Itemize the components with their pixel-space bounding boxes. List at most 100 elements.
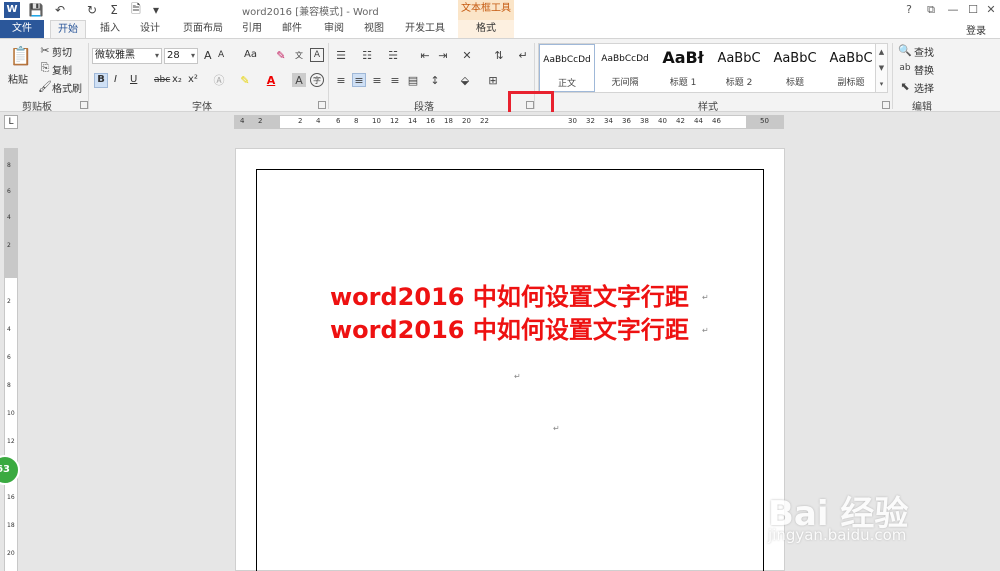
align-left-icon[interactable]: ≡: [334, 73, 348, 87]
ruler-tick: 20: [462, 117, 471, 125]
help-button[interactable]: ?: [900, 2, 918, 18]
phonetic-guide-icon[interactable]: 文: [292, 48, 306, 62]
bold-button[interactable]: B: [94, 73, 108, 88]
clear-format-icon[interactable]: ✎: [274, 48, 288, 62]
tab-mailings[interactable]: 邮件: [280, 20, 304, 38]
tab-review[interactable]: 审阅: [322, 20, 346, 38]
highlight-color-icon[interactable]: ✎: [238, 73, 252, 87]
style-normal[interactable]: AaBbCcDd 正文: [539, 44, 595, 92]
select-arrow-icon: ⬉: [900, 79, 910, 93]
distribute-icon[interactable]: ▤: [406, 73, 420, 87]
style-subtitle[interactable]: AaBbC 副标题: [823, 44, 879, 92]
tab-references[interactable]: 引用: [240, 20, 264, 38]
paste-icon[interactable]: 📋: [10, 45, 32, 67]
tab-design[interactable]: 设计: [138, 20, 162, 38]
find-button[interactable]: 查找: [914, 44, 934, 59]
shrink-font-button[interactable]: A: [218, 50, 224, 60]
redo-icon[interactable]: ↻: [84, 2, 100, 18]
document-line[interactable]: word2016 中如何设置文字行距: [330, 310, 689, 345]
login-link[interactable]: 登录: [966, 22, 986, 37]
ribbon-display-button[interactable]: ⧉: [922, 2, 940, 18]
increase-indent-icon[interactable]: ⇥: [436, 48, 450, 62]
italic-button[interactable]: I: [114, 74, 117, 85]
chinese-layout-icon[interactable]: ✕: [460, 48, 474, 62]
customize-qa-icon[interactable]: ▾: [148, 2, 164, 18]
replace-icon: ab: [899, 63, 911, 73]
format-painter-icon: 🖌: [38, 79, 52, 93]
sort-icon[interactable]: ⇅: [492, 48, 506, 62]
change-case-button[interactable]: Aa: [244, 49, 257, 60]
ruler-tick: 18: [7, 522, 15, 529]
document-line[interactable]: word2016 中如何设置文字行距: [330, 277, 689, 312]
copy-button[interactable]: 复制: [52, 62, 72, 77]
text-effects-icon[interactable]: Ⓐ: [212, 73, 226, 87]
tab-layout[interactable]: 页面布局: [180, 20, 226, 38]
line-spacing-icon[interactable]: ↕: [428, 73, 442, 87]
tab-home[interactable]: 开始: [50, 20, 86, 39]
multilevel-list-icon[interactable]: ☵: [386, 48, 400, 62]
grow-font-button[interactable]: A: [204, 49, 212, 62]
word-logo-icon: W: [4, 2, 20, 18]
numbering-icon[interactable]: ☷: [360, 48, 374, 62]
shading-icon[interactable]: ⬙: [458, 73, 472, 87]
save-icon[interactable]: 💾: [28, 2, 44, 18]
style-heading-2[interactable]: AaBbC 标题 2: [711, 44, 767, 92]
vertical-ruler[interactable]: 8 6 4 2 2 4 6 8 10 12 14 16 18 20: [4, 148, 18, 571]
tab-format[interactable]: 格式: [458, 20, 514, 38]
replace-button[interactable]: 替换: [914, 62, 934, 77]
bullets-icon[interactable]: ☰: [334, 48, 348, 62]
justify-icon[interactable]: ≡: [388, 73, 402, 87]
paragraph-mark: ↵: [702, 293, 709, 302]
minimize-button[interactable]: —: [944, 2, 962, 18]
align-right-icon[interactable]: ≡: [370, 73, 384, 87]
ruler-tick: 30: [568, 117, 577, 125]
borders-icon[interactable]: ⊞: [486, 73, 500, 87]
text-box[interactable]: [256, 169, 764, 571]
font-name-dropdown[interactable]: 微软雅黑 ▾: [92, 48, 162, 64]
style-title[interactable]: AaBbC 标题: [767, 44, 823, 92]
paste-button[interactable]: 粘贴: [8, 71, 28, 86]
strikethrough-button[interactable]: abc: [154, 75, 170, 85]
enclose-char-icon[interactable]: 字: [310, 73, 324, 87]
tab-view[interactable]: 视图: [362, 20, 386, 38]
font-launcher-icon[interactable]: [318, 101, 326, 109]
superscript-button[interactable]: x²: [188, 74, 198, 85]
ruler-tick: 2: [258, 117, 263, 125]
font-color-icon[interactable]: A: [264, 73, 278, 87]
tab-selector[interactable]: L: [4, 115, 18, 129]
horizontal-ruler[interactable]: 4 2 2 4 6 8 10 12 14 16 18 20 22 30 32 3…: [234, 115, 784, 129]
ruler-tick: 2: [298, 117, 303, 125]
close-button[interactable]: ✕: [982, 2, 1000, 18]
gallery-up-icon[interactable]: ▲: [875, 44, 887, 60]
ruler-tick: 46: [712, 117, 721, 125]
gallery-down-icon[interactable]: ▼: [875, 60, 887, 76]
align-center-icon[interactable]: ≡: [352, 73, 366, 87]
style-no-spacing[interactable]: AaBbCcDd 无间隔: [597, 44, 653, 92]
select-button[interactable]: 选择: [914, 80, 934, 95]
clipboard-launcher-icon[interactable]: [80, 101, 88, 109]
scissors-icon: ✂: [40, 43, 50, 57]
font-size-dropdown[interactable]: 28 ▾: [164, 48, 198, 64]
underline-button[interactable]: U: [130, 74, 137, 85]
maximize-button[interactable]: ☐: [964, 2, 982, 18]
style-heading-1[interactable]: AaBł 标题 1: [655, 44, 711, 92]
tab-insert[interactable]: 插入: [98, 20, 122, 38]
paragraph-mark: ↵: [514, 372, 521, 381]
show-marks-icon[interactable]: ↵: [516, 48, 530, 62]
ruler-tick: 6: [7, 188, 11, 195]
style-sample: AaBbC: [829, 51, 873, 66]
styles-group-label: 样式: [698, 102, 718, 113]
undo-icon[interactable]: ↶: [52, 2, 68, 18]
sum-icon[interactable]: Σ: [106, 2, 122, 18]
subscript-button[interactable]: x₂: [172, 74, 182, 85]
char-border-icon[interactable]: A: [310, 48, 324, 62]
tab-file[interactable]: 文件: [0, 20, 44, 38]
format-painter-button[interactable]: 格式刷: [52, 80, 82, 95]
char-shading-icon[interactable]: A: [292, 73, 306, 87]
decrease-indent-icon[interactable]: ⇤: [418, 48, 432, 62]
cut-button[interactable]: 剪切: [52, 44, 72, 59]
styles-launcher-icon[interactable]: [882, 101, 890, 109]
tab-developer[interactable]: 开发工具: [402, 20, 448, 38]
gallery-more-icon[interactable]: ▾: [875, 76, 887, 92]
new-doc-icon[interactable]: 🗎: [128, 2, 144, 18]
